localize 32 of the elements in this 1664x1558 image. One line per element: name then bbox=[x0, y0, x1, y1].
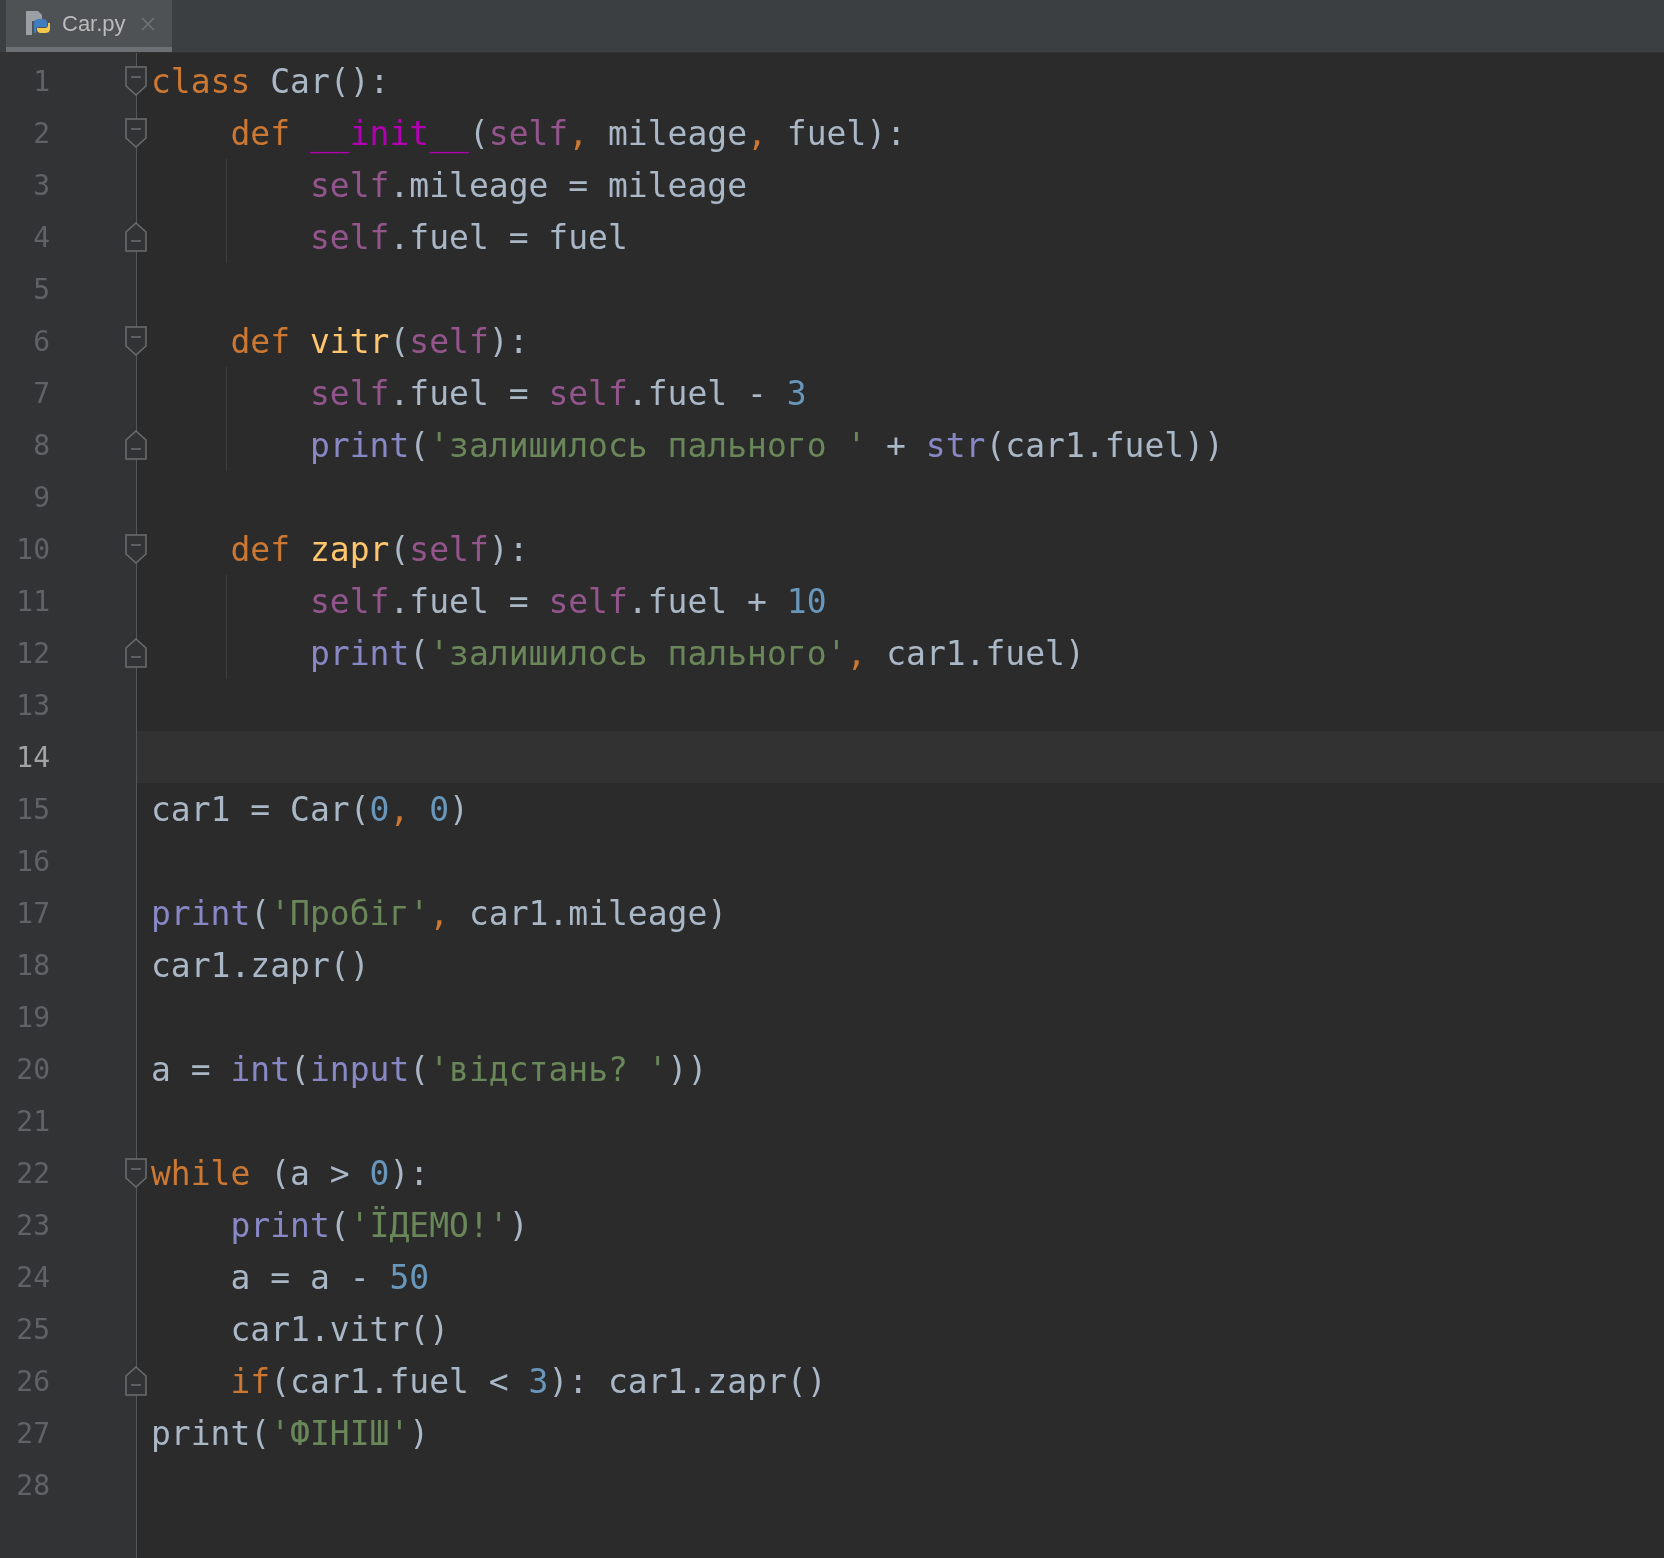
code-line: print('Пробіг', car1.mileage) bbox=[151, 893, 728, 933]
code-line: self.mileage = mileage bbox=[308, 165, 748, 205]
file-tab[interactable]: Car.py bbox=[6, 0, 172, 52]
code-line: print('ЇДЕМО!') bbox=[229, 1205, 529, 1245]
code-line: a = a - 50 bbox=[229, 1257, 430, 1297]
fold-marker-icon[interactable] bbox=[125, 66, 147, 96]
code-line: print('залишилось пального', car1.fuel) bbox=[308, 633, 1085, 673]
code-line: car1.vitr() bbox=[229, 1309, 449, 1349]
fold-marker-icon[interactable] bbox=[125, 534, 147, 564]
code-line: self.fuel = fuel bbox=[308, 217, 628, 257]
fold-marker-icon[interactable] bbox=[125, 118, 147, 148]
code-line: while (a > 0): bbox=[151, 1153, 430, 1193]
code-line: def vitr(self): bbox=[229, 321, 529, 361]
code-line: a = int(input('відстань? ')) bbox=[151, 1049, 708, 1089]
code-line: print('ФІНІШ') bbox=[151, 1413, 430, 1453]
code-line: if(car1.fuel < 3): car1.zapr() bbox=[229, 1361, 827, 1401]
code-line: class Car(): bbox=[151, 61, 390, 101]
fold-marker-icon[interactable] bbox=[125, 222, 147, 252]
line-number: 14 bbox=[15, 740, 50, 774]
code-line: print('залишилось пального ' + str(car1.fuel)) bbox=[308, 425, 1224, 465]
code-line: self.fuel = self.fuel - 3 bbox=[308, 373, 807, 413]
close-icon[interactable] bbox=[139, 15, 156, 32]
fold-marker-icon[interactable] bbox=[125, 1158, 147, 1188]
code-line: def zapr(self): bbox=[229, 529, 529, 569]
fold-marker-icon[interactable] bbox=[125, 638, 147, 668]
code-line: def __init__(self, mileage, fuel): bbox=[229, 113, 907, 153]
code-line: self.fuel = self.fuel + 10 bbox=[308, 581, 827, 621]
code-line: car1 = Car(0, 0) bbox=[151, 789, 469, 829]
fold-marker-icon[interactable] bbox=[125, 1366, 147, 1396]
fold-marker-icon[interactable] bbox=[125, 430, 147, 460]
fold-marker-icon[interactable] bbox=[125, 326, 147, 356]
code-line: car1.zapr() bbox=[151, 945, 370, 985]
